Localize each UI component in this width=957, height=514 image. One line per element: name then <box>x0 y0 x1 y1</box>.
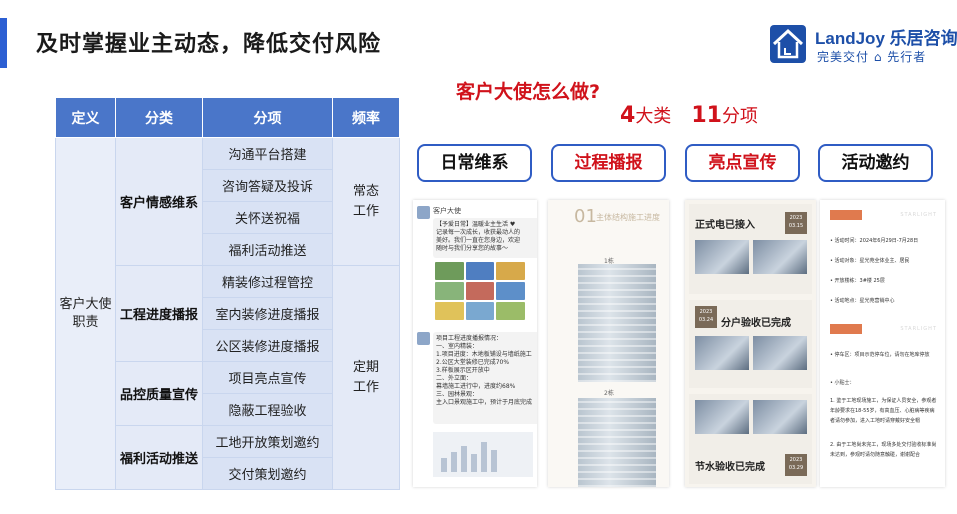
item-cell: 福利活动推送 <box>202 233 333 266</box>
table-row: 客户大使 职责 客户情感维系 沟通平台搭建 常态 工作 <box>55 137 400 490</box>
event-invite-panel: STARLIGHT • 活动时间：2024年6月29日-7月28日 • 活动对象… <box>820 200 945 487</box>
invite-tip: • 停车区：项目示范停车位，请勿在地库停放 <box>830 352 930 358</box>
item-cell: 工地开放策划邀约 <box>202 425 333 458</box>
progress-chart-icon <box>441 442 497 472</box>
highlight-photo <box>753 400 807 434</box>
invite-line: • 活动时间：2024年6月29日-7月28日 <box>830 238 919 244</box>
action-pill-progress: 过程播报 <box>551 144 666 182</box>
highlight-photo <box>695 336 749 370</box>
invite-tip: 1. 鉴于工地现场施工，为保证人员安全，参观者 <box>830 398 937 404</box>
company-logo: LandJoy 乐居咨询 完美交付 ⌂ 先行者 <box>769 20 957 70</box>
item-cell: 关怀送祝福 <box>202 201 333 234</box>
header-category: 分类 <box>115 97 203 138</box>
item-cell: 咨询答疑及投诉 <box>202 169 333 202</box>
count-number: 11 <box>691 103 722 128</box>
item-cell: 交付策划邀约 <box>202 457 333 490</box>
category-cell: 工程进度播报 <box>115 265 203 362</box>
highlight-date: 2023 03.24 <box>695 306 717 328</box>
logo-name: LandJoy 乐居咨询 <box>815 29 957 48</box>
item-cell: 沟通平台搭建 <box>202 137 333 170</box>
highlight-photo <box>695 240 749 274</box>
house-logo-icon <box>770 25 806 63</box>
building-label: 2栋 <box>604 390 614 397</box>
item-cell: 项目亮点宣传 <box>202 361 333 394</box>
invite-tip: 年龄要求在18-55岁，有高血压、心脏病等疾病 <box>830 408 935 414</box>
invite-tip: 者请勿参加，进入工地时请穿戴好安全帽 <box>830 418 921 424</box>
building-photo <box>578 398 656 487</box>
highlight-card: 节水验收已完成 2023 03.29 <box>689 394 812 484</box>
chat-screenshot-panel: 客户大使 【予爱日常】温暖业主生活 ♥ 记录每一次成长，收获最动人的 美好。我们… <box>413 200 537 487</box>
invite-watermark: STARLIGHT <box>900 326 937 332</box>
invite-line: • 开放楼栋：3#楼 25层 <box>830 278 885 284</box>
highlight-date: 2023 03.29 <box>785 454 807 476</box>
item-cell: 隐蔽工程验收 <box>202 393 333 426</box>
header-item: 分项 <box>202 97 333 138</box>
count-unit: 分项 <box>721 106 758 127</box>
action-pill-highlight: 亮点宣传 <box>685 144 800 182</box>
invite-watermark: STARLIGHT <box>900 212 937 218</box>
question-heading: 客户大使怎么做? <box>456 81 601 103</box>
definition-cell: 客户大使 职责 <box>55 137 116 490</box>
header-definition: 定义 <box>55 97 116 138</box>
count-number: 4 <box>620 103 636 128</box>
highlight-title: 正式电已接入 <box>695 220 755 231</box>
frequency-cell: 定期 工作 <box>332 265 400 490</box>
highlight-title: 分户验收已完成 <box>721 318 791 329</box>
category-cell: 福利活动推送 <box>115 425 203 490</box>
table-header-row: 定义 分类 分项 频率 <box>55 97 400 138</box>
avatar <box>417 332 430 345</box>
chat-message: 项目工程进度播报情况： 一、室内精装： 1.项目进度：木地板铺设与墙纸施工 2.… <box>433 332 537 424</box>
title-accent-bar <box>0 18 7 68</box>
building-photo <box>578 264 656 382</box>
invite-tip: • 小贴士： <box>830 380 855 386</box>
category-count: 4大类 11分项 <box>620 102 758 128</box>
item-cell: 精装修过程管控 <box>202 265 333 298</box>
action-pill-daily: 日常维系 <box>417 144 532 182</box>
item-cell: 室内装修进度播报 <box>202 297 333 330</box>
invite-tip: 未达到，参观时请勿随意触碰，谢谢配合 <box>830 452 921 458</box>
count-unit: 大类 <box>635 106 672 127</box>
highlight-card: 正式电已接入 2023 03.15 <box>689 204 812 294</box>
highlight-date: 2023 03.15 <box>785 212 807 234</box>
header-frequency: 频率 <box>332 97 400 138</box>
responsibility-table: 定义 分类 分项 频率 客户大使 职责 客户情感维系 沟通平台搭建 常态 工作 … <box>55 97 400 490</box>
highlight-panel: 正式电已接入 2023 03.15 2023 03.24 分户验收已完成 节水验… <box>685 200 816 487</box>
category-cell: 客户情感维系 <box>115 137 203 266</box>
action-pill-event: 活动邀约 <box>818 144 933 182</box>
invite-tag <box>830 324 862 334</box>
invite-tip: 2. 由于工地尚未完工，现场多处交付验收标准尚 <box>830 442 937 448</box>
highlight-title: 节水验收已完成 <box>695 462 765 473</box>
highlight-photo <box>753 240 807 274</box>
section-number: 01 <box>574 206 597 227</box>
avatar <box>417 206 430 219</box>
photo-grid <box>435 262 525 320</box>
invite-tag <box>830 210 862 220</box>
invite-line: • 活动地点：星光苑营销中心 <box>830 298 895 304</box>
highlight-photo <box>695 400 749 434</box>
frequency-cell: 常态 工作 <box>332 137 400 266</box>
highlight-photo <box>753 336 807 370</box>
section-heading: 主体结构施工进度 <box>596 213 660 222</box>
category-cell: 品控质量宣传 <box>115 361 203 426</box>
chat-message: 【予爱日常】温暖业主生活 ♥ 记录每一次成长，收获最动人的 美好。我们一直在您身… <box>433 218 537 258</box>
item-cell: 公区装修进度播报 <box>202 329 333 362</box>
highlight-card: 2023 03.24 分户验收已完成 <box>689 300 812 388</box>
page-title: 及时掌握业主动态，降低交付风险 <box>36 32 382 57</box>
progress-report-panel: 01 主体结构施工进度 1栋 2栋 <box>548 200 669 487</box>
chat-sender: 客户大使 <box>433 207 461 215</box>
invite-line: • 活动对象：星光苑全体业主、居民 <box>830 258 910 264</box>
logo-tagline: 完美交付 ⌂ 先行者 <box>817 50 927 64</box>
chat-attachment <box>433 432 533 477</box>
